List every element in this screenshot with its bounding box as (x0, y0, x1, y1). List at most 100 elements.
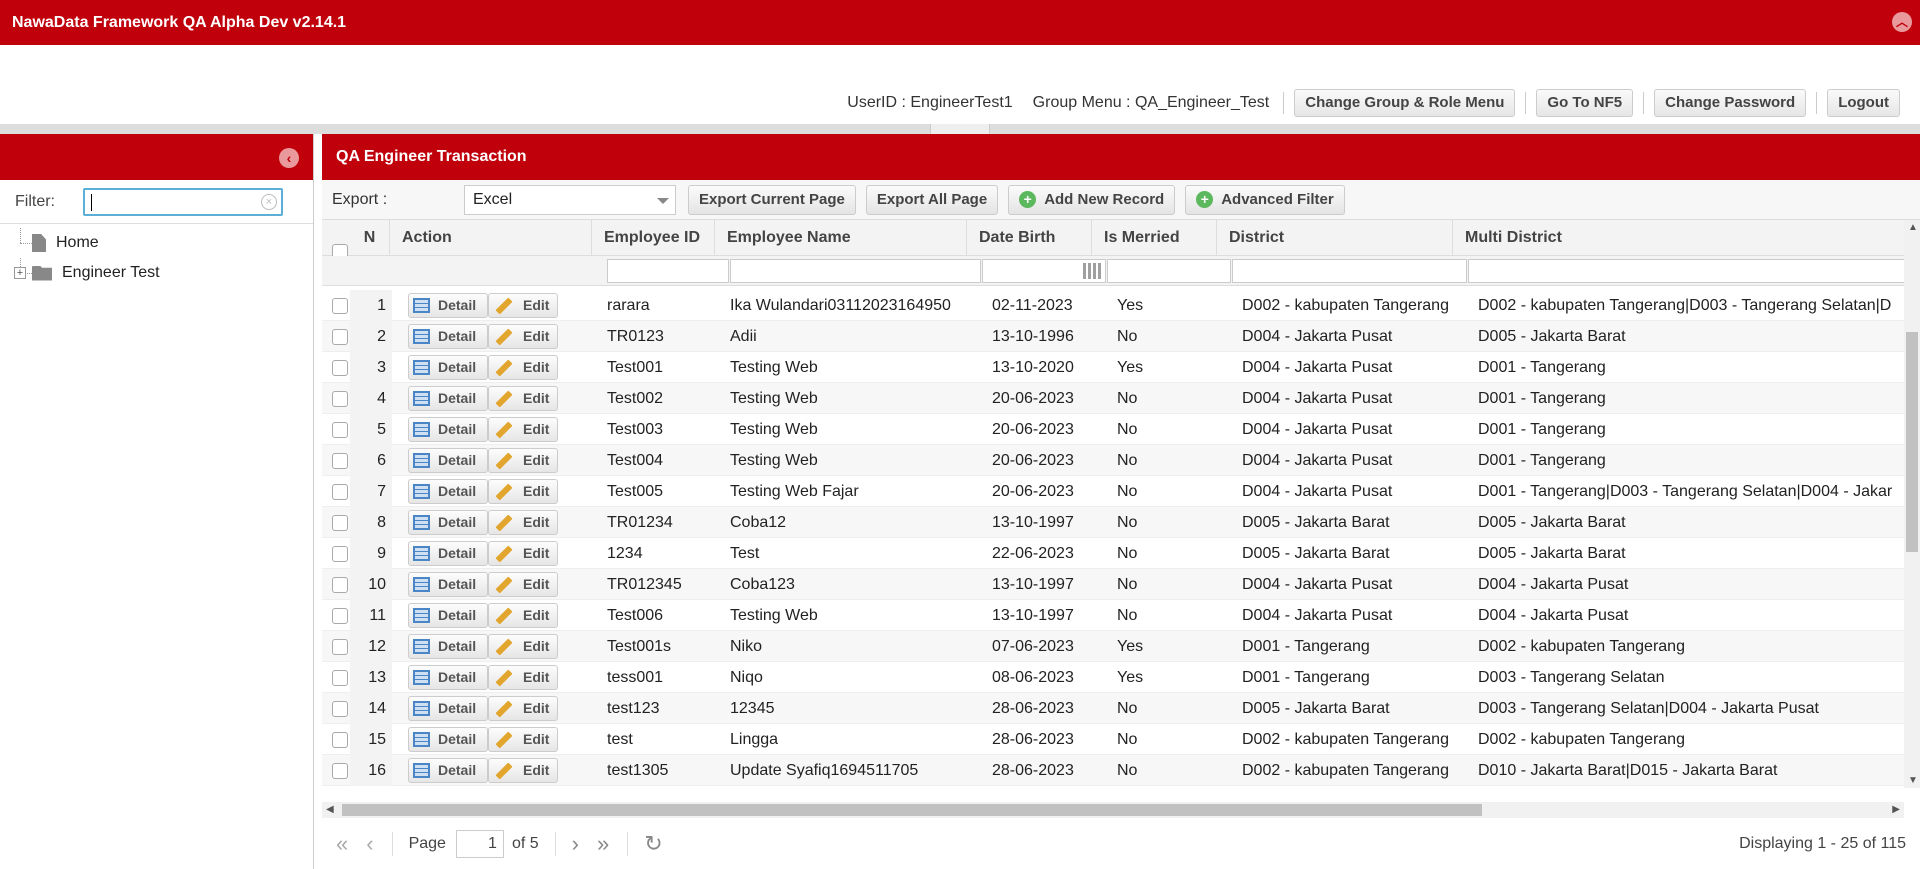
detail-button[interactable]: Detail (408, 603, 488, 628)
column-header-is-merried[interactable]: Is Merried (1092, 220, 1217, 256)
edit-button[interactable]: Edit (488, 696, 558, 721)
filter-date-birth[interactable] (982, 259, 1106, 283)
table-row[interactable]: 13 Detail Edit tess001 Niqo 08-06-2023 Yes D001… (322, 662, 1920, 693)
scroll-left-icon[interactable]: ◀ (326, 804, 334, 815)
detail-button[interactable]: Detail (408, 417, 488, 442)
first-page-icon[interactable]: « (336, 831, 348, 857)
edit-button[interactable]: Edit (488, 386, 558, 411)
column-header-multi-district[interactable]: Multi District (1453, 220, 1920, 256)
page-number-input[interactable]: 1 (455, 829, 504, 858)
header-splitter[interactable] (0, 124, 1920, 134)
edit-button[interactable]: Edit (488, 603, 558, 628)
table-row[interactable]: 3 Detail Edit Test001 Testing Web 13-10-2020 Y… (322, 352, 1920, 383)
table-row[interactable]: 16 Detail Edit test1305 Update Syafiq1694511… (322, 755, 1920, 786)
vertical-scrollbar[interactable]: ▲ ▼ (1904, 220, 1920, 788)
export-format-select[interactable]: Excel (464, 184, 676, 215)
row-checkbox[interactable] (332, 391, 348, 407)
scroll-up-icon[interactable]: ▲ (1908, 222, 1918, 233)
detail-button[interactable]: Detail (408, 448, 488, 473)
table-row[interactable]: 15 Detail Edit test Lingga 28-06-2023 No D002 -… (322, 724, 1920, 755)
detail-button[interactable]: Detail (408, 510, 488, 535)
edit-button[interactable]: Edit (488, 293, 558, 318)
row-checkbox[interactable] (332, 422, 348, 438)
scrollbar-thumb[interactable] (342, 804, 1482, 816)
filter-employee-id[interactable] (607, 259, 729, 283)
edit-button[interactable]: Edit (488, 479, 558, 504)
edit-button[interactable]: Edit (488, 448, 558, 473)
add-new-record-button[interactable]: + Add New Record (1008, 184, 1176, 215)
prev-page-icon[interactable]: ‹ (366, 831, 373, 857)
filter-is-merried[interactable] (1107, 259, 1231, 283)
clear-icon[interactable]: × (261, 193, 277, 210)
expand-icon[interactable]: + (14, 267, 26, 279)
row-checkbox[interactable] (332, 701, 348, 717)
filter-employee-name[interactable] (730, 259, 981, 283)
row-checkbox[interactable] (332, 732, 348, 748)
table-row[interactable]: 2 Detail Edit TR0123 Adii 13-10-1996 No D004 - … (322, 321, 1920, 352)
scroll-down-icon[interactable]: ▼ (1908, 775, 1918, 786)
change-group-role-button[interactable]: Change Group & Role Menu (1294, 89, 1516, 117)
column-header-date-birth[interactable]: Date Birth (967, 220, 1092, 256)
edit-button[interactable]: Edit (488, 324, 558, 349)
column-header-employee-id[interactable]: Employee ID (592, 220, 715, 256)
table-row[interactable]: 5 Detail Edit Test003 Testing Web 20-06-2023 N… (322, 414, 1920, 445)
row-checkbox[interactable] (332, 608, 348, 624)
detail-button[interactable]: Detail (408, 541, 488, 566)
last-page-icon[interactable]: » (597, 831, 609, 857)
detail-button[interactable]: Detail (408, 479, 488, 504)
filter-multi-district[interactable] (1468, 259, 1908, 283)
table-row[interactable]: 9 Detail Edit 1234 Test 22-06-2023 No D005 - Ja… (322, 538, 1920, 569)
table-row[interactable]: 12 Detail Edit Test001s Niko 07-06-2023 Yes D00… (322, 631, 1920, 662)
edit-button[interactable]: Edit (488, 634, 558, 659)
detail-button[interactable]: Detail (408, 634, 488, 659)
filter-district[interactable] (1232, 259, 1467, 283)
detail-button[interactable]: Detail (408, 696, 488, 721)
column-header-n[interactable]: N (350, 220, 390, 256)
table-row[interactable]: 7 Detail Edit Test005 Testing Web Fajar 20-06… (322, 476, 1920, 507)
logout-button[interactable]: Logout (1827, 89, 1900, 117)
row-checkbox[interactable] (332, 639, 348, 655)
row-checkbox[interactable] (332, 298, 348, 314)
next-page-icon[interactable]: › (572, 831, 579, 857)
edit-button[interactable]: Edit (488, 417, 558, 442)
table-row[interactable]: 1 Detail Edit rarara Ika Wulandari0311202316… (322, 290, 1920, 321)
row-checkbox[interactable] (332, 360, 348, 376)
filter-input[interactable]: × (83, 187, 283, 216)
table-row[interactable]: 8 Detail Edit TR01234 Coba12 13-10-1997 No D005… (322, 507, 1920, 538)
calendar-icon[interactable] (1083, 263, 1101, 279)
collapse-sidebar-icon[interactable]: ‹ (279, 148, 299, 168)
row-checkbox[interactable] (332, 453, 348, 469)
detail-button[interactable]: Detail (408, 665, 488, 690)
refresh-icon[interactable]: ↻ (644, 831, 662, 857)
column-header-action[interactable]: Action (390, 220, 592, 256)
table-row[interactable]: 11 Detail Edit Test006 Testing Web 13-10-1997… (322, 600, 1920, 631)
edit-button[interactable]: Edit (488, 727, 558, 752)
collapse-header-icon[interactable]: ︿ (1892, 12, 1912, 32)
detail-button[interactable]: Detail (408, 324, 488, 349)
row-checkbox[interactable] (332, 484, 348, 500)
row-checkbox[interactable] (332, 546, 348, 562)
go-to-nf5-button[interactable]: Go To NF5 (1536, 89, 1634, 117)
detail-button[interactable]: Detail (408, 572, 488, 597)
table-row[interactable]: 6 Detail Edit Test004 Testing Web 20-06-2023 N… (322, 445, 1920, 476)
edit-button[interactable]: Edit (488, 758, 558, 783)
edit-button[interactable]: Edit (488, 510, 558, 535)
edit-button[interactable]: Edit (488, 665, 558, 690)
table-row[interactable]: 10 Detail Edit TR012345 Coba123 13-10-1997 No D… (322, 569, 1920, 600)
detail-button[interactable]: Detail (408, 355, 488, 380)
splitter-handle[interactable] (930, 124, 990, 134)
table-row[interactable]: 14 Detail Edit test123 12345 28-06-2023 No D005… (322, 693, 1920, 724)
edit-button[interactable]: Edit (488, 355, 558, 380)
detail-button[interactable]: Detail (408, 386, 488, 411)
row-checkbox[interactable] (332, 515, 348, 531)
edit-button[interactable]: Edit (488, 572, 558, 597)
tree-item-engineer-test[interactable]: + Engineer Test (0, 258, 313, 288)
scroll-right-icon[interactable]: ▶ (1892, 804, 1900, 815)
horizontal-scrollbar[interactable]: ◀ ▶ (322, 802, 1904, 818)
scrollbar-thumb[interactable] (1906, 332, 1918, 552)
row-checkbox[interactable] (332, 670, 348, 686)
detail-button[interactable]: Detail (408, 293, 488, 318)
edit-button[interactable]: Edit (488, 541, 558, 566)
table-row[interactable]: 4 Detail Edit Test002 Testing Web 20-06-2023 N… (322, 383, 1920, 414)
row-checkbox[interactable] (332, 577, 348, 593)
